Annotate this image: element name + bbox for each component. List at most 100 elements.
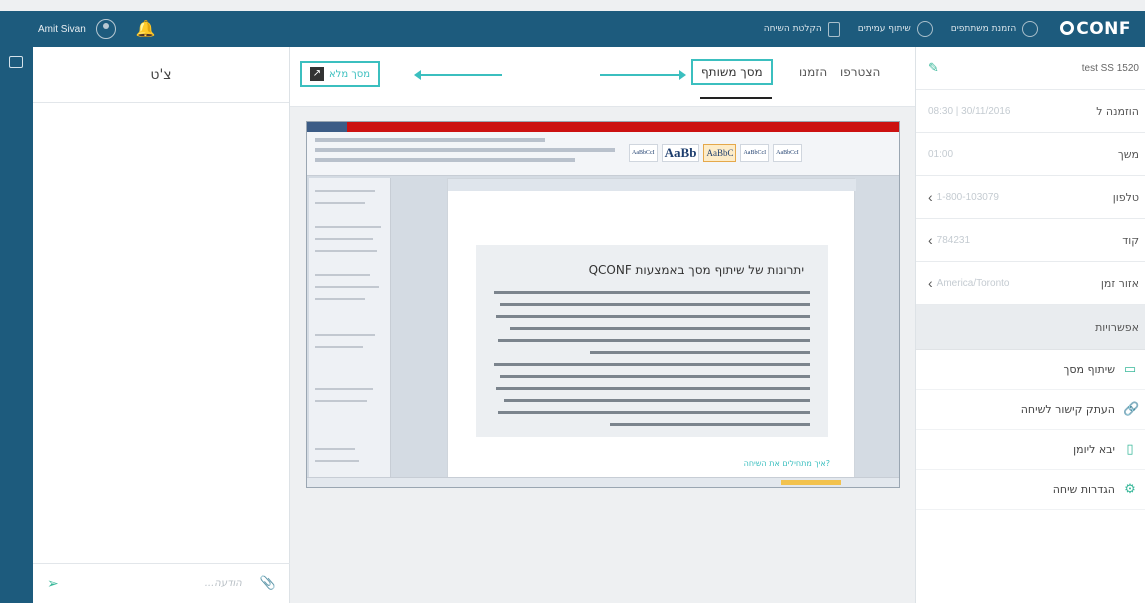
chevron-left-icon[interactable]: ‹ [928,189,933,205]
doc-content-box: יתרונות של שיתוף מסך באמצעות QCONF [476,245,828,437]
detail-value-wrap: ‹ 1-800-103079 [928,189,999,205]
chat-toggle-icon[interactable] [9,56,23,68]
brand-logo: CONF [1060,19,1131,39]
chat-message-input[interactable]: ...הודעה [205,578,242,589]
calendar-icon: ▯ [1126,442,1134,457]
expand-icon: ↗ [310,67,324,81]
share-colleagues-button[interactable]: שיתוף עמיתים [858,21,933,37]
detail-row-timezone[interactable]: ‹ America/Toronto אזור זמן [916,262,1145,305]
shared-window-statusbar [307,477,899,487]
annotation-arrow-left [414,70,502,80]
doc-text-line [494,363,810,366]
invite-participants-label: הזמנת משתתפים [950,24,1017,34]
conference-name-row: ✎ test SS 1520 [916,47,1145,90]
doc-text-line [498,411,810,414]
top-bar: Amit Sivan 🔔 הקלטת השיחה שיתוף עמיתים הז… [0,11,1145,47]
nav-line [315,298,365,300]
user-name[interactable]: Amit Sivan [38,24,86,35]
bell-icon[interactable]: 🔔 [136,21,156,37]
shared-nav-pane [309,178,391,478]
detail-label: הוזמנה ל [1096,104,1139,118]
detail-value: 784231 [936,234,971,246]
detail-label: אזור זמן [1100,276,1139,290]
detail-label: משך [1117,147,1139,161]
ribbon-styles: AaBbCcI AaBb AaBbC AaBbCcI AaBbCcI [629,144,802,162]
user-area: Amit Sivan 🔔 [38,11,156,47]
tab-invite[interactable]: הזמנו [799,65,827,79]
fullscreen-button[interactable]: ↗ מסך מלא [300,61,380,87]
nav-line [315,202,365,204]
chevron-left-icon[interactable]: ‹ [928,232,933,248]
record-call-button[interactable]: הקלטת השיחה [763,21,840,37]
detail-label: קוד [1122,233,1139,247]
chat-title: צ'ט [33,47,289,103]
chat-input-bar: ➢ ...הודעה 📎 [33,563,290,603]
tab-shared-screen[interactable]: מסך משותף [691,59,773,85]
user-plus-icon [1022,21,1039,37]
detail-value-wrap: ‹ 784231 [928,232,970,248]
detail-value: 08:30 | 30/11/2016 [928,105,1011,117]
detail-value-wrap: ‹ America/Toronto [928,275,1009,291]
option-label: שיתוף מסך [1063,363,1115,376]
style-swatch-selected: AaBbC [703,144,737,162]
nav-line [315,274,370,276]
options-header: אפשרויות [916,305,1145,350]
style-swatch: AaBbCcI [773,144,802,162]
detail-row-code[interactable]: ‹ 784231 קוד [916,219,1145,262]
option-copy-link[interactable]: העתק קישור לשיחה 🔗 [916,390,1145,430]
ribbon-row [315,148,615,152]
edit-icon[interactable]: ✎ [928,61,939,76]
style-swatch: AaBb [661,144,700,162]
nav-line [315,238,373,240]
send-icon[interactable]: ➢ [47,576,59,592]
detail-row-phone[interactable]: ‹ 1-800-103079 טלפון [916,176,1145,219]
record-call-label: הקלטת השיחה [763,24,822,34]
option-label: העתק קישור לשיחה [1020,403,1115,416]
option-call-settings[interactable]: הגדרות שיחה ⚙ [916,470,1145,510]
tab-join[interactable]: הצטרפו [840,65,880,79]
main-header: ↗ מסך מלא מסך משותף הזמנו הצטרפו [290,47,915,107]
nav-line [315,226,381,228]
detail-row-scheduled: 08:30 | 30/11/2016 הוזמנה ל [916,90,1145,133]
doc-text-line [510,327,810,330]
doc-header-strip [448,179,856,191]
option-screen-share[interactable]: שיתוף מסך ▭ [916,350,1145,390]
detail-value: 01:00 [928,148,954,160]
chat-panel: צ'ט ➢ ...הודעה 📎 [33,47,290,603]
annotation-arrow-right [600,70,686,80]
nav-line [315,334,375,336]
doc-title: יתרונות של שיתוף מסך באמצעות QCONF [588,263,804,277]
doc-text-line [496,387,810,390]
nav-line [315,400,367,402]
nav-line [315,388,373,390]
option-import-calendar[interactable]: יבא ליומן ▯ [916,430,1145,470]
nav-line [315,250,377,252]
logo-q-icon [1060,21,1075,35]
shared-document-page: יתרונות של שיתוף מסך באמצעות QCONF ?איך … [447,178,856,478]
doc-text-line [500,375,810,378]
doc-text-line [498,339,810,342]
share-colleagues-label: שיתוף עמיתים [857,24,911,34]
document-icon [827,21,840,37]
attach-icon[interactable]: 📎 [260,576,276,591]
doc-text-line [610,423,810,426]
nav-line [315,460,359,462]
ribbon-row [315,158,575,162]
active-tab-indicator [700,97,772,99]
chevron-left-icon[interactable]: ‹ [928,275,933,291]
clock-icon [916,21,933,37]
doc-link: ?איך מתחילים את השיחה [743,459,830,468]
top-actions: הקלטת השיחה שיתוף עמיתים הזמנת משתתפים C… [764,11,1145,47]
doc-text-line [500,303,810,306]
nav-line [315,190,375,192]
doc-text-line [504,399,810,402]
brand-text: CONF [1076,19,1131,39]
detail-row-duration: 01:00 משך [916,133,1145,176]
conference-name: test SS 1520 [1081,62,1139,74]
option-label: הגדרות שיחה [1052,483,1115,496]
details-panel: ✎ test SS 1520 08:30 | 30/11/2016 הוזמנה… [915,47,1145,603]
left-rail [0,47,33,603]
avatar-icon[interactable] [95,19,116,39]
shared-screen-view[interactable]: AaBbCcI AaBb AaBbC AaBbCcI AaBbCcI יתרונ… [306,121,900,488]
invite-participants-button[interactable]: הזמנת משתתפים [950,21,1039,37]
